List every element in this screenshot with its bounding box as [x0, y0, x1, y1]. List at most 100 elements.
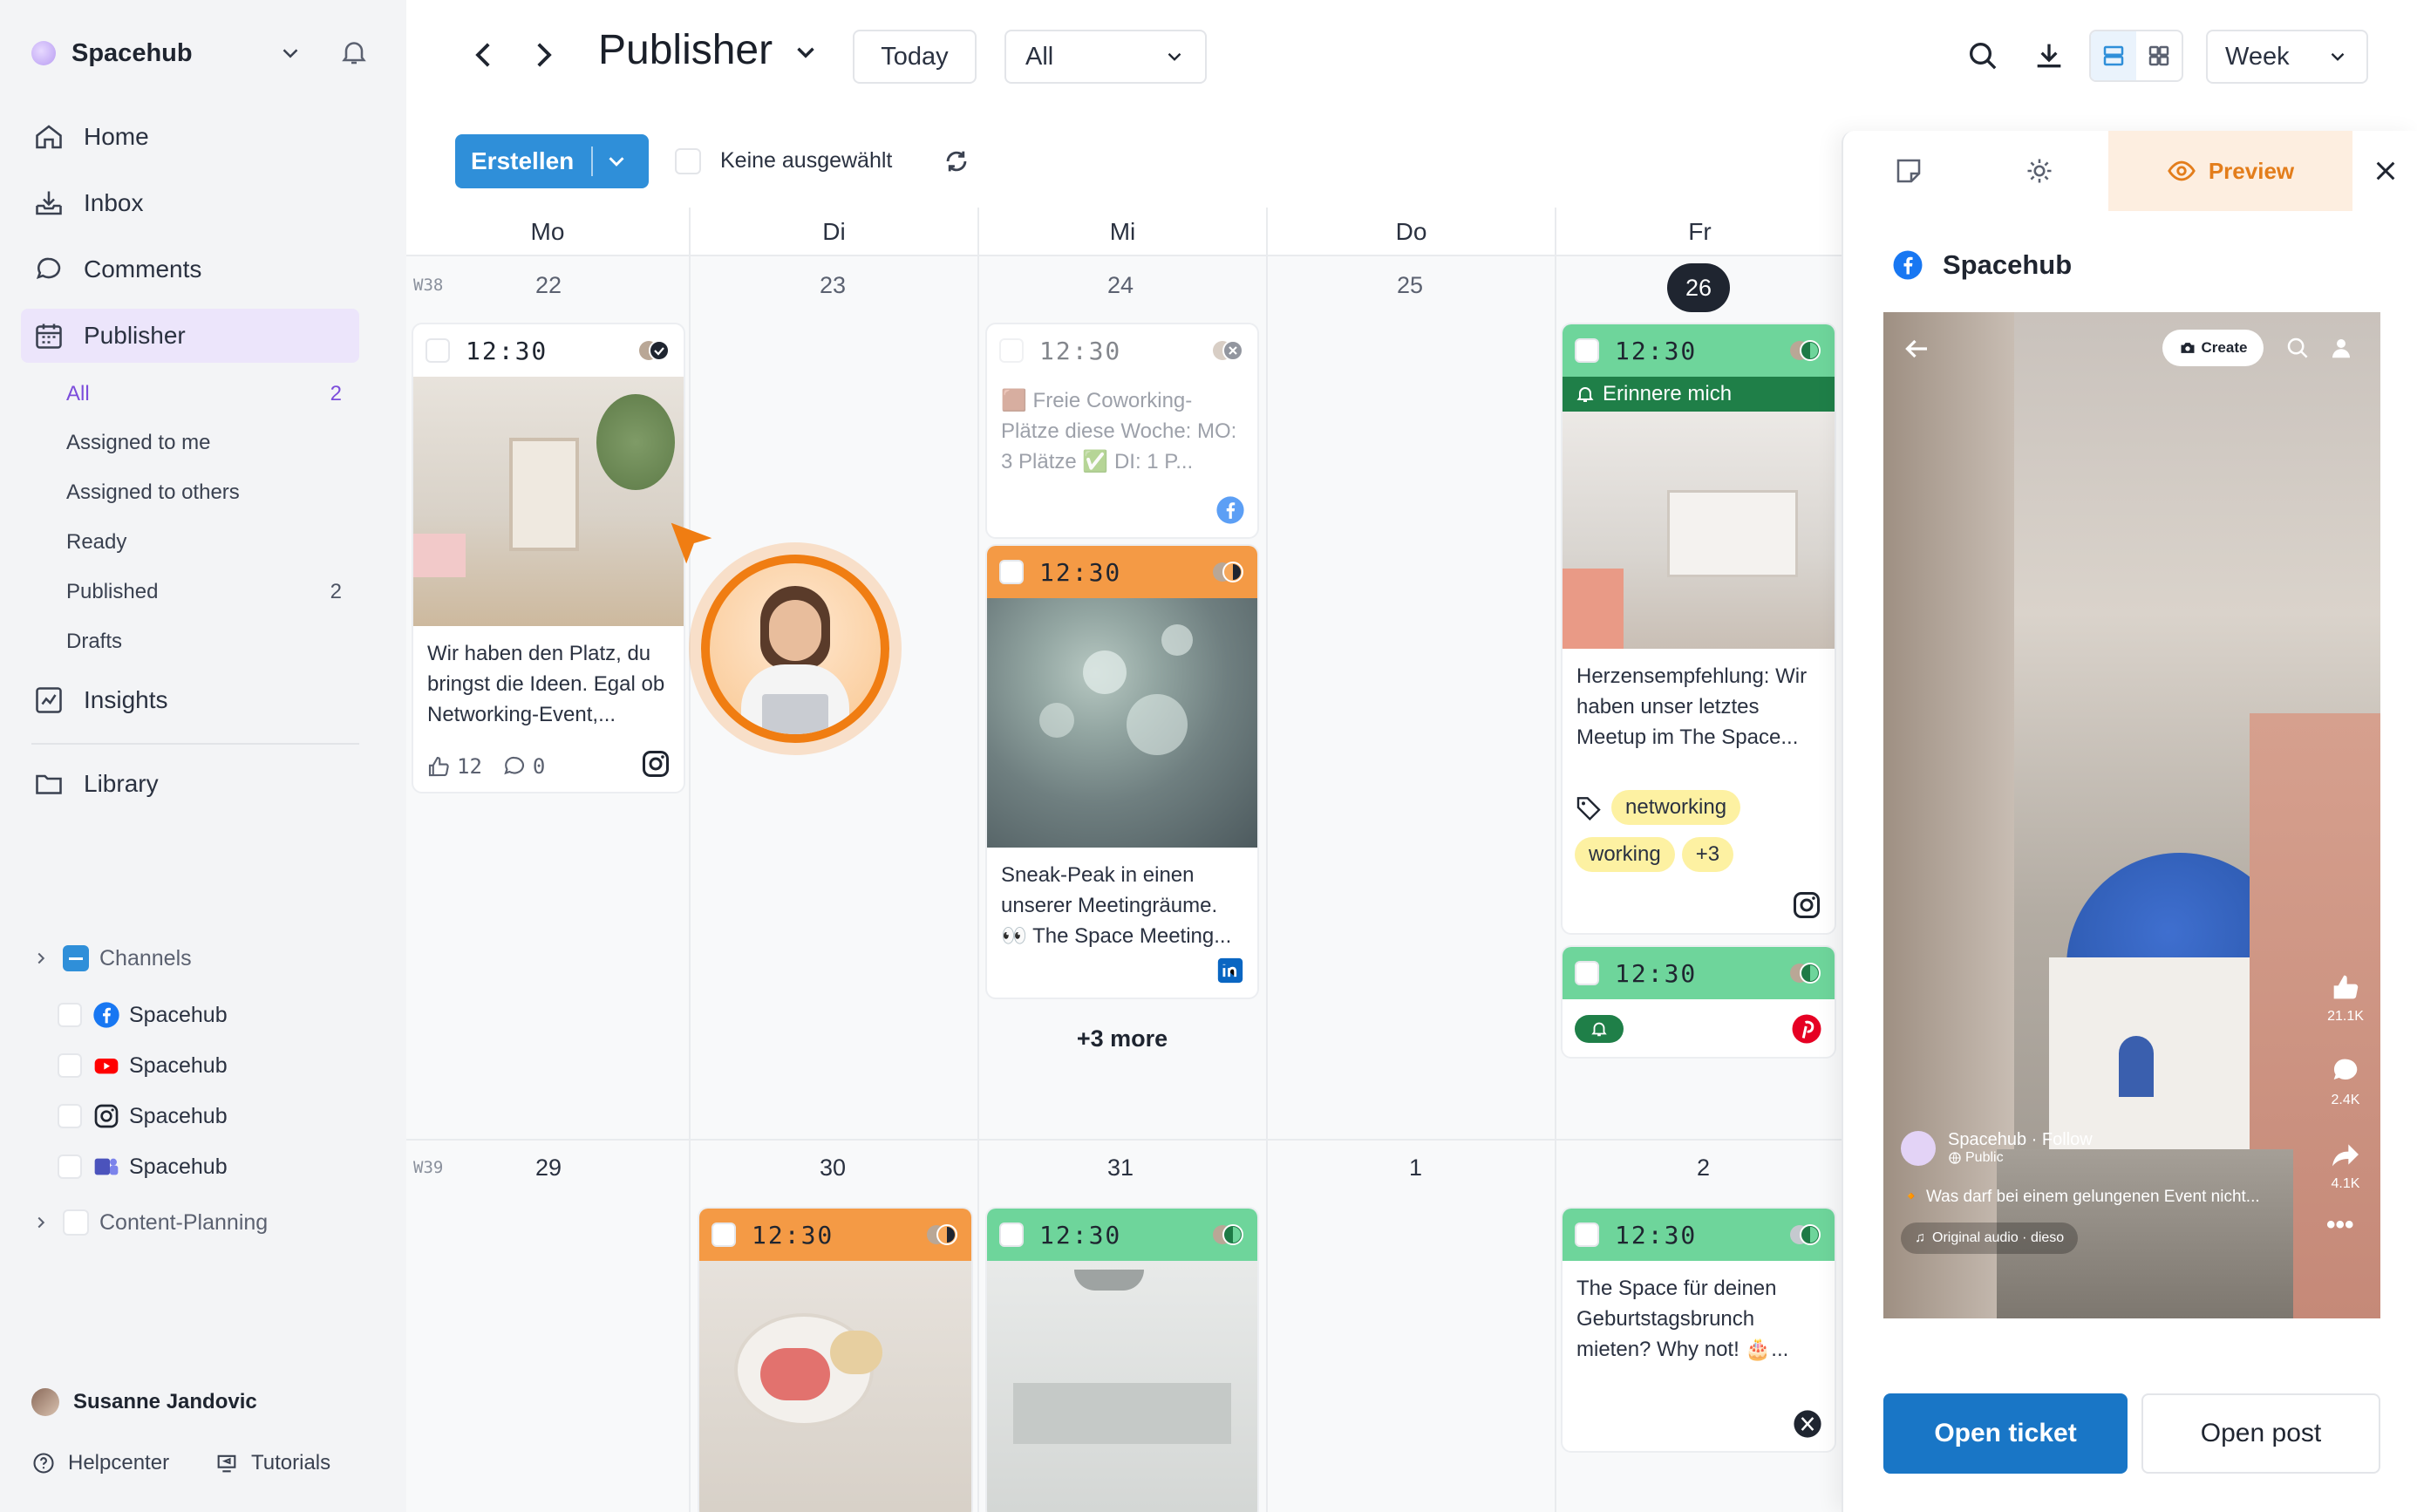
- page-title[interactable]: Publisher: [598, 26, 820, 74]
- user-profile[interactable]: Susanne Jandovic: [31, 1381, 257, 1423]
- view-select[interactable]: Week: [2206, 30, 2368, 84]
- post-card[interactable]: 12:30 Erinnere mich Herzensempfehlung: W…: [1561, 323, 1836, 935]
- content-planning-checkbox[interactable]: [63, 1209, 89, 1236]
- post-image: [413, 377, 684, 626]
- nav-home[interactable]: Home: [21, 110, 359, 164]
- nav-comments-label: Comments: [84, 255, 202, 283]
- post-card[interactable]: 12:30: [985, 1207, 1259, 1512]
- assignee-avatars: [1790, 340, 1821, 361]
- page-title-label: Publisher: [598, 27, 773, 73]
- reminder-banner[interactable]: Erinnere mich: [1563, 377, 1835, 412]
- list-view-button[interactable]: [2091, 31, 2136, 80]
- nav-insights[interactable]: Insights: [21, 673, 359, 727]
- post-checkbox[interactable]: [1575, 338, 1599, 363]
- chevron-down-icon[interactable]: [277, 40, 303, 66]
- search-icon[interactable]: [1965, 38, 2000, 73]
- channel-item[interactable]: Spacehub: [58, 1044, 228, 1087]
- channel-checkbox[interactable]: [58, 1003, 82, 1027]
- nav-inbox[interactable]: Inbox: [21, 176, 359, 230]
- filter-assigned-to-me[interactable]: Assigned to me: [66, 422, 354, 464]
- filter-select[interactable]: All: [1004, 30, 1207, 84]
- tutorials-link[interactable]: Tutorials: [214, 1444, 330, 1482]
- home-icon: [36, 125, 62, 149]
- create-button-divider: [591, 146, 593, 176]
- open-ticket-button[interactable]: Open ticket: [1883, 1393, 2128, 1474]
- post-checkbox[interactable]: [999, 560, 1024, 584]
- preview-create-label: Create: [2201, 339, 2248, 356]
- channel-checkbox[interactable]: [58, 1053, 82, 1078]
- post-card[interactable]: 12:30 Wir haben den Platz, du bringst di…: [412, 323, 685, 793]
- tab-preview[interactable]: Preview: [2108, 131, 2352, 211]
- preview-shares: 4.1K: [2319, 1137, 2372, 1192]
- post-card-header: 12:30: [413, 324, 684, 377]
- channel-checkbox[interactable]: [58, 1104, 82, 1128]
- post-checkbox[interactable]: [711, 1223, 736, 1247]
- thumbs-up-icon: [2333, 975, 2359, 999]
- content-planning-group[interactable]: Content-Planning: [31, 1202, 268, 1243]
- comment-icon: [36, 257, 61, 280]
- tab-settings[interactable]: [1974, 131, 2105, 211]
- search-icon: [2287, 337, 2308, 358]
- post-checkbox[interactable]: [1575, 961, 1599, 985]
- post-card[interactable]: 12:30: [698, 1207, 973, 1512]
- download-icon[interactable]: [2032, 38, 2066, 73]
- post-card[interactable]: 12:30 The Space für deinen Geburtstagsbr…: [1561, 1207, 1836, 1453]
- open-post-button[interactable]: Open post: [2141, 1393, 2380, 1474]
- post-checkbox[interactable]: [1575, 1223, 1599, 1247]
- helpcenter-label: Helpcenter: [68, 1451, 170, 1475]
- filter-assigned-to-others[interactable]: Assigned to others: [66, 472, 354, 514]
- workspace-switcher[interactable]: Spacehub: [31, 31, 371, 75]
- nav-library[interactable]: Library: [21, 757, 359, 811]
- chevron-down-icon: [797, 47, 815, 58]
- prev-week-button[interactable]: [466, 37, 502, 73]
- x-twitter-icon: [1794, 1410, 1821, 1438]
- more-posts-link[interactable]: +3 more: [985, 1025, 1259, 1052]
- close-icon[interactable]: [2372, 157, 2400, 185]
- profile-icon: [2332, 339, 2350, 358]
- next-week-button[interactable]: [525, 37, 562, 73]
- filter-drafts[interactable]: Drafts: [66, 621, 354, 663]
- tag-chip[interactable]: working: [1575, 837, 1675, 872]
- tag-chip[interactable]: +3: [1681, 837, 1734, 872]
- grid-view-button[interactable]: [2136, 31, 2182, 80]
- channel-item[interactable]: Spacehub: [58, 1094, 228, 1138]
- week-divider: [406, 1139, 1842, 1141]
- filter-ready[interactable]: Ready: [66, 521, 354, 563]
- like-count: 12: [457, 754, 482, 779]
- instagram-icon: [643, 751, 669, 777]
- nav-publisher[interactable]: Publisher: [21, 309, 359, 363]
- tab-notes[interactable]: [1843, 131, 1974, 211]
- create-label: Erstellen: [471, 147, 575, 174]
- tag-row: networking: [1575, 790, 1747, 825]
- post-checkbox[interactable]: [999, 338, 1024, 363]
- filter-all[interactable]: All 2: [66, 373, 354, 415]
- post-checkbox[interactable]: [999, 1223, 1024, 1247]
- post-card[interactable]: 12:30 Sneak-Peak in einen unserer Meetin…: [985, 544, 1259, 999]
- chevron-down-icon[interactable]: [603, 148, 630, 174]
- preview-audio: ♫ Original audio · dieso: [1901, 1223, 2079, 1254]
- channel-item[interactable]: Spacehub: [58, 1145, 228, 1188]
- tab-preview-label: Preview: [2208, 157, 2295, 184]
- nav-inbox-label: Inbox: [84, 189, 144, 216]
- post-card[interactable]: 12:30: [1561, 945, 1836, 1059]
- filter-published[interactable]: Published 2: [66, 571, 354, 613]
- helpcenter-link[interactable]: Helpcenter: [31, 1444, 169, 1482]
- pinterest-icon: [1792, 1014, 1821, 1044]
- post-checkbox[interactable]: [426, 338, 450, 363]
- channel-item[interactable]: Spacehub: [58, 993, 228, 1037]
- channel-checkbox[interactable]: [58, 1154, 82, 1179]
- channels-group[interactable]: Channels: [31, 937, 192, 979]
- calendar-grid: Mo Di Mi Do Fr W38 22 23 24 25 26 W39 29…: [406, 208, 1842, 1512]
- tag-chip[interactable]: networking: [1611, 790, 1741, 825]
- refresh-icon[interactable]: [942, 146, 971, 176]
- camera-icon: [2181, 343, 2195, 353]
- create-button[interactable]: Erstellen: [455, 134, 649, 188]
- select-all-checkbox[interactable]: [675, 148, 701, 174]
- today-button[interactable]: Today: [853, 30, 977, 84]
- post-card-header: 12:30: [1563, 1209, 1835, 1261]
- post-card[interactable]: 12:30 🟫 Freie Coworking-Plätze diese Woc…: [985, 323, 1259, 539]
- reminder-chip[interactable]: [1575, 1015, 1624, 1043]
- post-image: [987, 598, 1257, 848]
- nav-comments[interactable]: Comments: [21, 242, 359, 296]
- bell-icon[interactable]: [338, 37, 370, 68]
